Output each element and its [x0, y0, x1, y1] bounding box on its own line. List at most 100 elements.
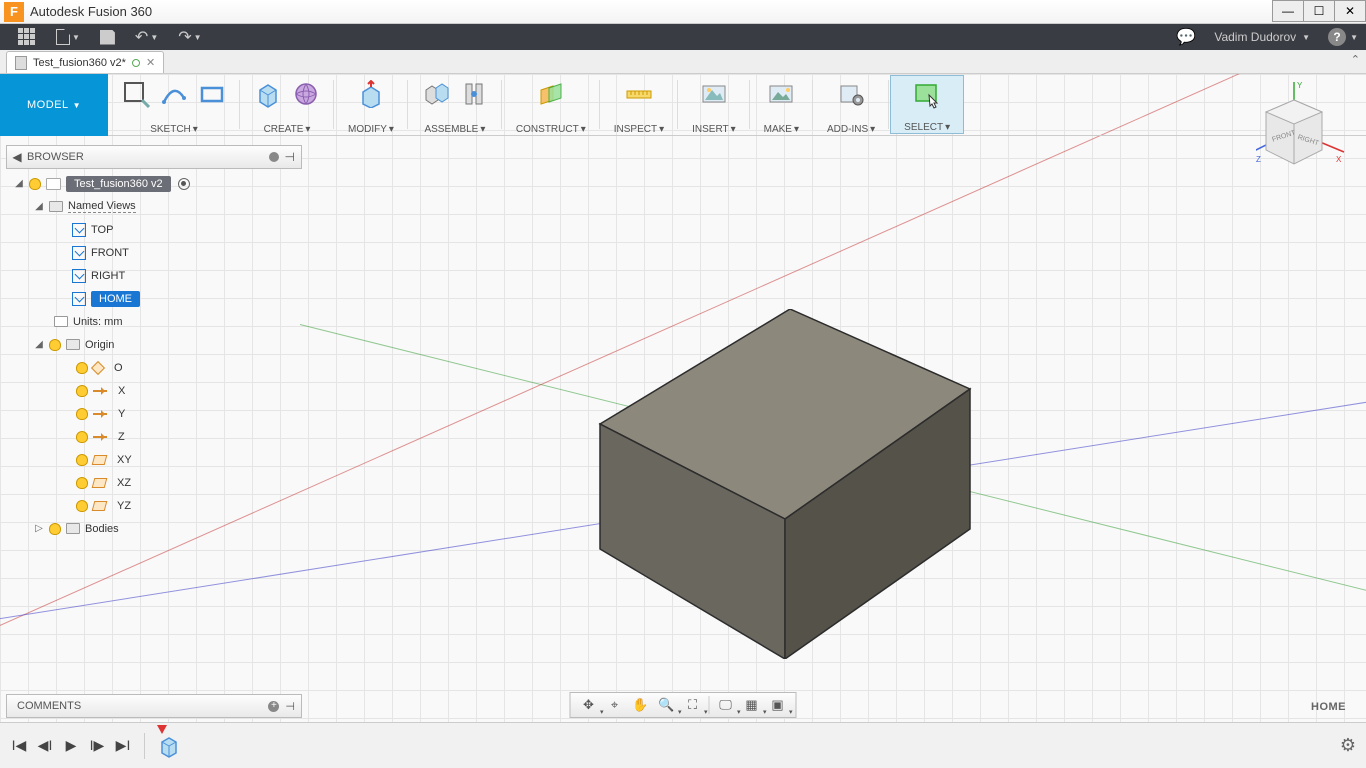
app-logo-icon: F — [4, 2, 24, 22]
activate-radio-icon[interactable] — [178, 178, 190, 190]
press-pull-button[interactable] — [357, 80, 385, 108]
visibility-bulb-icon[interactable] — [49, 523, 61, 535]
tab-close-button[interactable]: ✕ — [146, 56, 155, 69]
expand-tabs-button[interactable]: ⌃ — [1351, 53, 1360, 66]
window-close-button[interactable]: ✕ — [1334, 0, 1366, 22]
scripts-addins-button[interactable] — [837, 80, 865, 108]
window-titlebar: F Autodesk Fusion 360 — ☐ ✕ — [0, 0, 1366, 24]
look-at-button[interactable]: ⌖ — [603, 695, 627, 715]
insert-decal-button[interactable] — [700, 80, 728, 108]
grid-settings-button[interactable]: ▦ — [740, 695, 764, 715]
orbit-button[interactable]: ✥ — [577, 695, 601, 715]
tree-root[interactable]: Test_fusion360 v2 — [10, 172, 300, 195]
folder-icon — [66, 523, 80, 534]
select-tool-button[interactable] — [913, 81, 941, 109]
file-menu-button[interactable]: ▼ — [56, 29, 80, 45]
comments-pin-button[interactable]: ⊣ — [285, 700, 295, 713]
measure-button[interactable] — [625, 80, 653, 108]
user-menu[interactable]: Vadim Dudorov▼ — [1214, 30, 1310, 44]
timeline-end-button[interactable]: ▶I — [112, 735, 134, 757]
home-view-label[interactable]: HOME — [1311, 701, 1346, 713]
tree-origin-point[interactable]: O — [10, 356, 300, 379]
ribbon-group-construct: CONSTRUCT▾ — [502, 74, 600, 135]
recovery-indicator-icon — [132, 59, 140, 67]
undo-button[interactable]: ↶▼ — [135, 27, 158, 47]
window-maximize-button[interactable]: ☐ — [1303, 0, 1335, 22]
comments-panel-header[interactable]: COMMENTS + ⊣ — [6, 694, 302, 718]
offset-plane-button[interactable] — [537, 80, 565, 108]
timeline-step-forward-button[interactable]: I▶ — [86, 735, 108, 757]
tree-view-right[interactable]: RIGHT — [10, 264, 300, 287]
line-tool-button[interactable] — [160, 80, 188, 108]
tree-view-top[interactable]: TOP — [10, 218, 300, 241]
tree-view-home[interactable]: HOME — [10, 287, 300, 310]
ribbon-label-construct[interactable]: CONSTRUCT▾ — [516, 124, 586, 135]
ribbon-label-assemble[interactable]: ASSEMBLE▾ — [424, 124, 485, 135]
tree-origin[interactable]: Origin — [10, 333, 300, 356]
new-component-button[interactable] — [422, 80, 450, 108]
print-3d-button[interactable] — [767, 80, 795, 108]
timeline-step-back-button[interactable]: ◀I — [34, 735, 56, 757]
visibility-bulb-icon[interactable] — [76, 362, 88, 374]
form-tool-button[interactable] — [292, 80, 320, 108]
workspace-switcher[interactable]: MODEL▼ — [0, 74, 108, 136]
notifications-icon[interactable]: 💬 — [1176, 27, 1196, 47]
fit-button[interactable]: ⛶ — [681, 695, 705, 715]
tree-plane-yz[interactable]: YZ — [10, 494, 300, 517]
browser-tree: Test_fusion360 v2 Named Views TOP FRONT … — [10, 172, 300, 540]
tree-root-label: Test_fusion360 v2 — [66, 176, 171, 192]
timeline-start-button[interactable]: I◀ — [8, 735, 30, 757]
box-tool-button[interactable] — [254, 80, 282, 108]
timeline-play-button[interactable]: ▶ — [60, 735, 82, 757]
joint-button[interactable] — [460, 80, 488, 108]
visibility-bulb-icon[interactable] — [76, 477, 88, 489]
add-comment-button[interactable]: + — [268, 701, 279, 712]
tree-plane-xy[interactable]: XY — [10, 448, 300, 471]
viewport-layout-button[interactable]: ▣ — [766, 695, 790, 715]
tree-bodies[interactable]: Bodies — [10, 517, 300, 540]
ribbon-label-inspect[interactable]: INSPECT▾ — [614, 124, 664, 135]
visibility-bulb-icon[interactable] — [76, 408, 88, 420]
ribbon-label-modify[interactable]: MODIFY▾ — [348, 124, 394, 135]
model-body[interactable] — [590, 309, 980, 659]
ribbon-label-addins[interactable]: ADD-INS▾ — [827, 124, 875, 135]
ribbon-group-inspect: INSPECT▾ — [600, 74, 678, 135]
ribbon-label-insert[interactable]: INSERT▾ — [692, 124, 736, 135]
visibility-bulb-icon[interactable] — [76, 385, 88, 397]
create-sketch-button[interactable] — [122, 80, 150, 108]
save-button[interactable] — [100, 30, 115, 45]
tree-axis-y[interactable]: Y — [10, 402, 300, 425]
tree-named-views[interactable]: Named Views — [10, 195, 300, 218]
visibility-bulb-icon[interactable] — [29, 178, 41, 190]
timeline-marker[interactable] — [157, 725, 167, 739]
pan-button[interactable]: ✋ — [629, 695, 653, 715]
visibility-bulb-icon[interactable] — [76, 431, 88, 443]
tree-plane-xz[interactable]: XZ — [10, 471, 300, 494]
visibility-bulb-icon[interactable] — [49, 339, 61, 351]
window-minimize-button[interactable]: — — [1272, 0, 1304, 22]
rectangle-tool-button[interactable] — [198, 80, 226, 108]
browser-collapse-button[interactable]: ◀ — [7, 150, 27, 164]
browser-panel-header[interactable]: ◀ BROWSER ⊣ — [6, 145, 302, 169]
ribbon-label-select[interactable]: SELECT▾ — [904, 122, 950, 133]
viewcube[interactable]: Y X Z FRONT RIGHT — [1256, 80, 1346, 185]
browser-pin-button[interactable]: ⊣ — [285, 150, 295, 164]
redo-button[interactable]: ↷▼ — [178, 27, 201, 47]
display-settings-button[interactable]: 🖵 — [714, 695, 738, 715]
visibility-bulb-icon[interactable] — [76, 454, 88, 466]
zoom-button[interactable]: 🔍 — [655, 695, 679, 715]
visibility-bulb-icon[interactable] — [76, 500, 88, 512]
tree-axis-z[interactable]: Z — [10, 425, 300, 448]
tree-view-front[interactable]: FRONT — [10, 241, 300, 264]
ribbon-label-sketch[interactable]: SKETCH▾ — [150, 124, 198, 135]
ribbon-label-make[interactable]: MAKE▾ — [764, 124, 799, 135]
ribbon-label-create[interactable]: CREATE▾ — [264, 124, 311, 135]
tree-units[interactable]: Units: mm — [10, 310, 300, 333]
axis-icon — [93, 413, 107, 415]
tree-axis-x[interactable]: X — [10, 379, 300, 402]
data-panel-button[interactable] — [18, 28, 36, 46]
help-menu[interactable]: ?▼ — [1328, 28, 1358, 46]
timeline-settings-button[interactable]: ⚙ — [1340, 735, 1356, 756]
document-tab[interactable]: Test_fusion360 v2* ✕ — [6, 51, 164, 73]
browser-options-button[interactable] — [269, 152, 279, 162]
